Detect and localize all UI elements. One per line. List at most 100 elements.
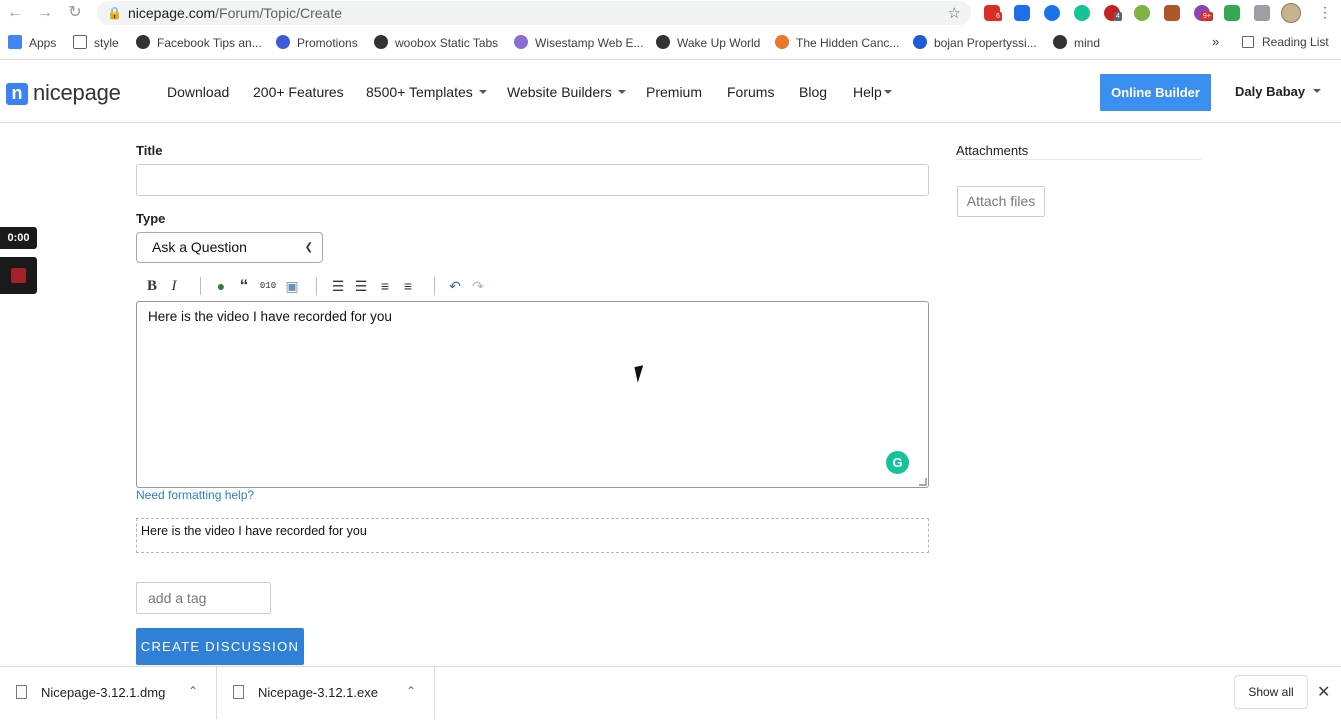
nav-forums[interactable]: Forums [727, 84, 774, 100]
show-all-button[interactable]: Show all [1234, 675, 1308, 709]
folder-icon [73, 35, 87, 49]
formatting-help-link[interactable]: Need formatting help? [136, 488, 254, 502]
title-input[interactable] [136, 164, 929, 196]
reading-list-button[interactable]: Reading List [1242, 35, 1329, 49]
quote-icon[interactable]: “ [235, 276, 253, 296]
ordered-list-icon[interactable]: ☰ [329, 276, 347, 296]
type-label: Type [136, 211, 166, 226]
nav-blog[interactable]: Blog [799, 84, 827, 100]
puzzle-icon[interactable] [1254, 5, 1270, 21]
resize-handle[interactable] [919, 478, 927, 486]
download-filename: Nicepage-3.12.1.dmg [41, 685, 166, 700]
bookmark-item[interactable]: Promotions [276, 35, 358, 51]
redo-icon[interactable]: ↷ [469, 276, 487, 296]
globe-icon [374, 35, 388, 49]
more-bookmarks-icon[interactable]: » [1212, 34, 1219, 49]
italic-icon[interactable]: I [165, 276, 183, 296]
bookmark-star-icon[interactable]: ☆ [948, 4, 961, 22]
download-item[interactable]: Nicepage-3.12.1.exe ⌃ [217, 667, 434, 719]
bookmark-item[interactable]: mind [1053, 35, 1100, 51]
more-vert-icon[interactable]: ⋮ [1318, 4, 1332, 22]
bookmark-item[interactable]: Apps [8, 35, 56, 51]
apps-grid-icon [8, 35, 22, 49]
url-text[interactable]: nicepage.com/Forum/Topic/Create [128, 5, 342, 21]
extension-icon[interactable] [1164, 5, 1180, 21]
online-builder-button[interactable]: Online Builder [1100, 74, 1211, 111]
image-icon[interactable]: ▣ [283, 276, 301, 296]
globe-icon [136, 35, 150, 49]
grammarly-extension-icon[interactable] [1074, 5, 1090, 21]
horizontal-rule-icon[interactable]: ≡ [399, 276, 417, 296]
chevron-down-icon: ❮ [304, 242, 313, 253]
reading-list-icon [1242, 36, 1254, 48]
bookmark-item[interactable]: Wisestamp Web E... [514, 35, 643, 51]
nav-features[interactable]: 200+ Features [253, 84, 344, 100]
stop-icon [11, 268, 26, 283]
file-icon [233, 685, 244, 699]
caret-down-icon [617, 90, 626, 94]
create-discussion-button[interactable]: CREATE DISCUSSION [136, 628, 304, 665]
lock-icon: 🔒 [107, 6, 122, 20]
download-filename: Nicepage-3.12.1.exe [258, 685, 378, 700]
unordered-list-icon[interactable]: ☰ [352, 276, 370, 296]
download-item[interactable]: Nicepage-3.12.1.dmg ⌃ [0, 667, 216, 719]
globe-icon [656, 35, 670, 49]
caret-down-icon [883, 90, 892, 94]
nav-download[interactable]: Download [167, 84, 229, 100]
undo-icon[interactable]: ↶ [446, 276, 464, 296]
bookmark-item[interactable]: Facebook Tips an... [136, 35, 262, 51]
nav-website-builders[interactable]: Website Builders [507, 84, 626, 100]
grammarly-icon[interactable]: G [886, 451, 909, 474]
code-icon[interactable]: 010 [259, 276, 277, 296]
caret-down-icon [1313, 89, 1322, 93]
divider [434, 667, 435, 719]
reload-icon[interactable]: ↻ [65, 3, 85, 23]
bookmark-item[interactable]: Wake Up World [656, 35, 760, 51]
nav-help[interactable]: Help [853, 84, 892, 100]
heading-icon[interactable]: ≡ [376, 276, 394, 296]
close-icon[interactable]: ✕ [1317, 682, 1330, 702]
calendar-extension-icon[interactable] [1014, 5, 1030, 21]
toolbar-divider [316, 277, 317, 295]
address-bar[interactable]: 🔒 nicepage.com/Forum/Topic/Create ☆ [97, 1, 971, 25]
editor-text[interactable]: Here is the video I have recorded for yo… [148, 309, 392, 324]
nav-premium[interactable]: Premium [646, 84, 702, 100]
link-icon[interactable]: ● [212, 276, 230, 296]
attachments-label: Attachments [956, 143, 1029, 158]
recording-timer: 0:00 [0, 227, 37, 249]
user-menu[interactable]: Daly Babay [1235, 84, 1322, 99]
caret-down-icon [478, 90, 487, 94]
site-icon [775, 35, 789, 49]
extension-icon[interactable] [1044, 5, 1060, 21]
tag-input[interactable]: add a tag [136, 582, 271, 614]
bookmark-item[interactable]: style [73, 35, 119, 51]
file-icon [16, 685, 27, 699]
bookmarks-bar: Apps style Facebook Tips an... Promotion… [0, 26, 1341, 60]
forward-icon[interactable]: → [35, 3, 55, 23]
type-select[interactable]: Ask a Question ❮ [136, 232, 323, 263]
extension-badge: 6 [994, 12, 1002, 21]
toolbar-divider [200, 277, 201, 295]
nav-templates[interactable]: 8500+ Templates [366, 84, 487, 100]
extension-icon[interactable] [1134, 5, 1150, 21]
bold-icon[interactable]: B [143, 276, 161, 296]
extension-badge: 9+ [1201, 12, 1213, 21]
logo-text[interactable]: nicepage [33, 80, 121, 106]
bookmark-item[interactable]: woobox Static Tabs [374, 35, 498, 51]
chevron-up-icon[interactable]: ⌃ [188, 684, 198, 698]
back-icon[interactable]: ← [5, 3, 25, 23]
post-editor[interactable]: Here is the video I have recorded for yo… [136, 301, 929, 488]
bookmark-item[interactable]: The Hidden Canc... [775, 35, 899, 51]
bookmark-item[interactable]: bojan Propertyssi... [913, 35, 1037, 51]
divider [956, 159, 1201, 160]
chevron-up-icon[interactable]: ⌃ [406, 684, 416, 698]
stop-recording-button[interactable] [0, 257, 37, 294]
extension-icon[interactable] [1224, 5, 1240, 21]
wisestamp-icon [514, 35, 528, 49]
avatar[interactable] [1281, 3, 1301, 23]
title-label: Title [136, 143, 163, 158]
downloads-bar: Nicepage-3.12.1.dmg ⌃ Nicepage-3.12.1.ex… [0, 666, 1341, 720]
logo-icon[interactable]: n [6, 83, 28, 105]
globe-icon [1053, 35, 1067, 49]
attach-files-button[interactable]: Attach files [957, 186, 1045, 217]
